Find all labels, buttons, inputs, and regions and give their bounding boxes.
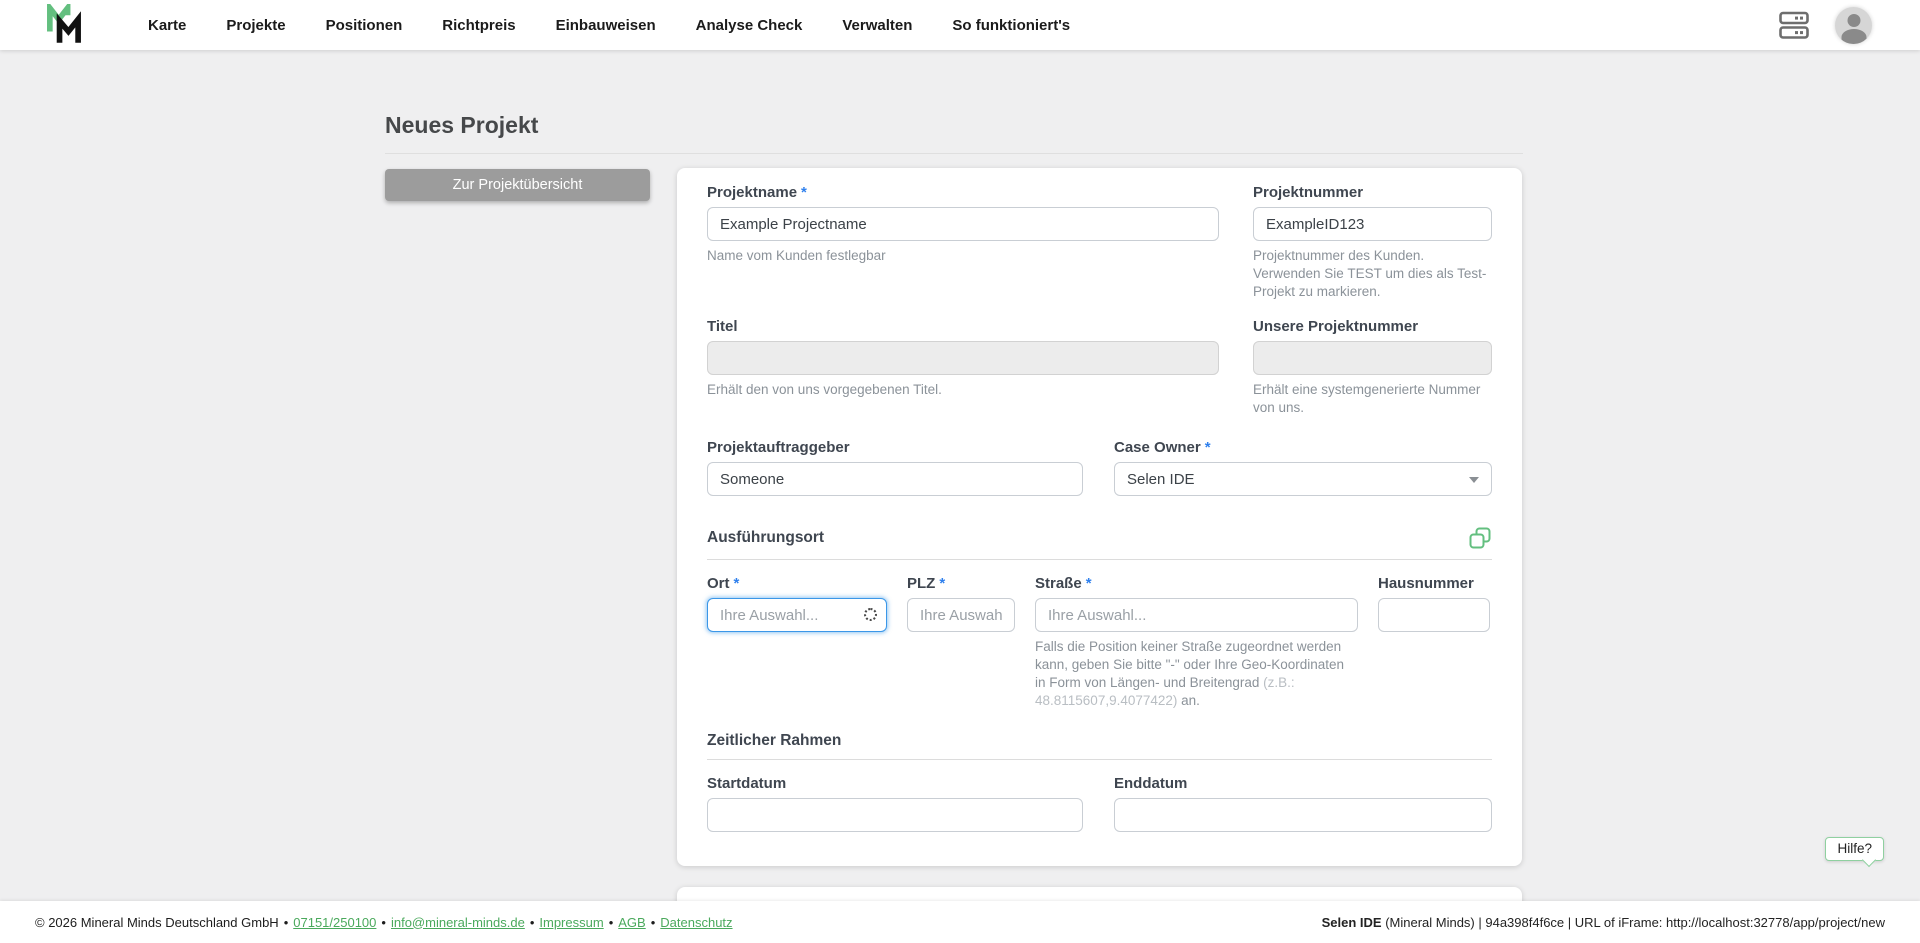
copyright-text: © 2026 Mineral Minds Deutschland GmbH: [35, 914, 279, 930]
field-unsere-projektnummer: Unsere Projektnummer Erhält eine systemg…: [1253, 318, 1492, 417]
footer-left: © 2026 Mineral Minds Deutschland GmbH • …: [35, 914, 733, 930]
header-actions: [1779, 6, 1872, 44]
projektauftraggeber-label: Projektauftraggeber: [707, 439, 850, 457]
page-footer: © 2026 Mineral Minds Deutschland GmbH • …: [0, 901, 1920, 943]
field-strasse: Straße* Falls die Position keiner Straße…: [1035, 575, 1358, 709]
footer-link-phone[interactable]: 07151/250100: [293, 915, 376, 930]
page-title: Neues Projekt: [385, 112, 539, 138]
hausnummer-label: Hausnummer: [1378, 575, 1474, 593]
footer-link-impressum[interactable]: Impressum: [539, 915, 603, 930]
ausfuehrungsort-heading: Ausführungsort: [707, 529, 825, 547]
field-enddatum: Enddatum: [1114, 775, 1492, 833]
zur-projektuebersicht-button[interactable]: Zur Projektübersicht: [385, 169, 650, 201]
required-asterisk: *: [1204, 439, 1211, 457]
field-titel: Titel Erhält den von uns vorgegebenen Ti…: [707, 318, 1219, 417]
nav-item-so-funktionierts[interactable]: So funktioniert's: [952, 17, 1070, 34]
field-projektauftraggeber: Projektauftraggeber: [707, 439, 1083, 497]
user-avatar[interactable]: [1835, 6, 1872, 44]
strasse-helper: Falls die Position keiner Straße zugeord…: [1035, 639, 1345, 708]
projektnummer-helper: Projektnummer des Kunden. Verwenden Sie …: [1253, 248, 1487, 299]
projektnummer-label: Projektnummer: [1253, 184, 1364, 201]
ort-label: Ort *: [707, 575, 740, 593]
help-bubble[interactable]: Hilfe?: [1825, 837, 1884, 861]
field-hausnummer: Hausnummer: [1378, 575, 1490, 709]
footer-link-datenschutz[interactable]: Datenschutz: [660, 915, 732, 930]
case-owner-label: Case Owner *: [1114, 439, 1211, 457]
nav-item-einbauweisen[interactable]: Einbauweisen: [556, 17, 656, 34]
field-projektnummer: Projektnummer Projektnummer des Kunden. …: [1253, 184, 1492, 300]
enddatum-label: Enddatum: [1114, 775, 1188, 793]
unsere-projektnummer-helper: Erhält eine systemgenerierte Nummer von …: [1253, 382, 1481, 416]
titel-helper: Erhält den von uns vorgegebenen Titel.: [707, 382, 942, 398]
projektname-input[interactable]: [707, 207, 1219, 241]
titel-input: [707, 341, 1219, 376]
top-navbar: Karte Projekte Positionen Richtpreis Ein…: [0, 0, 1920, 50]
plz-label: PLZ *: [907, 575, 946, 593]
copy-icon[interactable]: [1468, 526, 1492, 550]
strasse-label: Straße *: [1035, 575, 1092, 593]
plz-input[interactable]: [907, 598, 1015, 633]
unsere-projektnummer-input: [1253, 341, 1492, 376]
startdatum-label: Startdatum: [707, 775, 787, 793]
nav-item-richtpreis[interactable]: Richtpreis: [442, 17, 515, 34]
logo-icon: [47, 4, 81, 43]
enddatum-input[interactable]: [1114, 798, 1492, 833]
projektauftraggeber-input[interactable]: [707, 462, 1083, 497]
field-plz: PLZ *: [907, 575, 1015, 709]
hausnummer-input[interactable]: [1378, 598, 1490, 633]
chevron-down-icon: [1469, 477, 1479, 484]
page-header: Neues Projekt: [385, 112, 1523, 154]
section-divider: [707, 559, 1492, 561]
ort-input[interactable]: [707, 598, 887, 633]
required-asterisk: *: [801, 184, 807, 201]
case-owner-select[interactable]: Selen IDE: [1114, 462, 1492, 497]
titel-label: Titel: [707, 318, 738, 336]
field-ort: Ort *: [707, 575, 887, 709]
footer-session-info: Selen IDE (Mineral Minds) | 94a398f4f6ce…: [1322, 915, 1885, 930]
new-project-form-card: Projektname* Name vom Kunden festlegbar …: [677, 168, 1522, 866]
required-asterisk: *: [1085, 575, 1092, 593]
nav-item-projekte[interactable]: Projekte: [226, 17, 285, 34]
footer-session-details: (Mineral Minds) | 94a398f4f6ce | URL of …: [1381, 914, 1885, 930]
nav-item-analyse-check[interactable]: Analyse Check: [696, 17, 803, 34]
loading-spinner-icon: [864, 608, 877, 622]
title-divider: [385, 153, 1523, 154]
required-asterisk: *: [733, 575, 740, 593]
field-projektname: Projektname* Name vom Kunden festlegbar: [707, 184, 1219, 300]
section-zeitlicher-rahmen: Zeitlicher Rahmen: [707, 732, 1492, 761]
section-divider: [707, 759, 1492, 761]
nav-item-positionen[interactable]: Positionen: [326, 17, 403, 34]
field-case-owner: Case Owner * Selen IDE: [1114, 439, 1492, 497]
footer-link-agb[interactable]: AGB: [618, 915, 645, 930]
strasse-input[interactable]: [1035, 598, 1358, 633]
main-navigation: Karte Projekte Positionen Richtpreis Ein…: [148, 17, 1070, 34]
nav-item-verwalten[interactable]: Verwalten: [842, 17, 912, 34]
zeitlicher-rahmen-heading: Zeitlicher Rahmen: [707, 732, 842, 750]
projektname-label: Projektname *: [707, 184, 807, 201]
projektname-helper: Name vom Kunden festlegbar: [707, 248, 886, 263]
avatar-person-icon: [1847, 13, 1860, 27]
unsere-projektnummer-label: Unsere Projektnummer: [1253, 318, 1419, 336]
footer-link-email[interactable]: info@mineral-minds.de: [391, 915, 525, 930]
section-ausfuehrungsort: Ausführungsort: [707, 526, 1492, 561]
footer-user-name: Selen IDE: [1321, 914, 1382, 930]
nav-item-karte[interactable]: Karte: [148, 17, 186, 34]
required-asterisk: *: [939, 575, 946, 593]
server-stack-icon[interactable]: [1779, 11, 1809, 40]
projektnummer-input[interactable]: [1253, 207, 1492, 241]
field-startdatum: Startdatum: [707, 775, 1083, 833]
mineral-minds-logo[interactable]: [43, 4, 91, 45]
case-owner-selected-value: Selen IDE: [1127, 470, 1195, 488]
startdatum-input[interactable]: [707, 798, 1083, 833]
